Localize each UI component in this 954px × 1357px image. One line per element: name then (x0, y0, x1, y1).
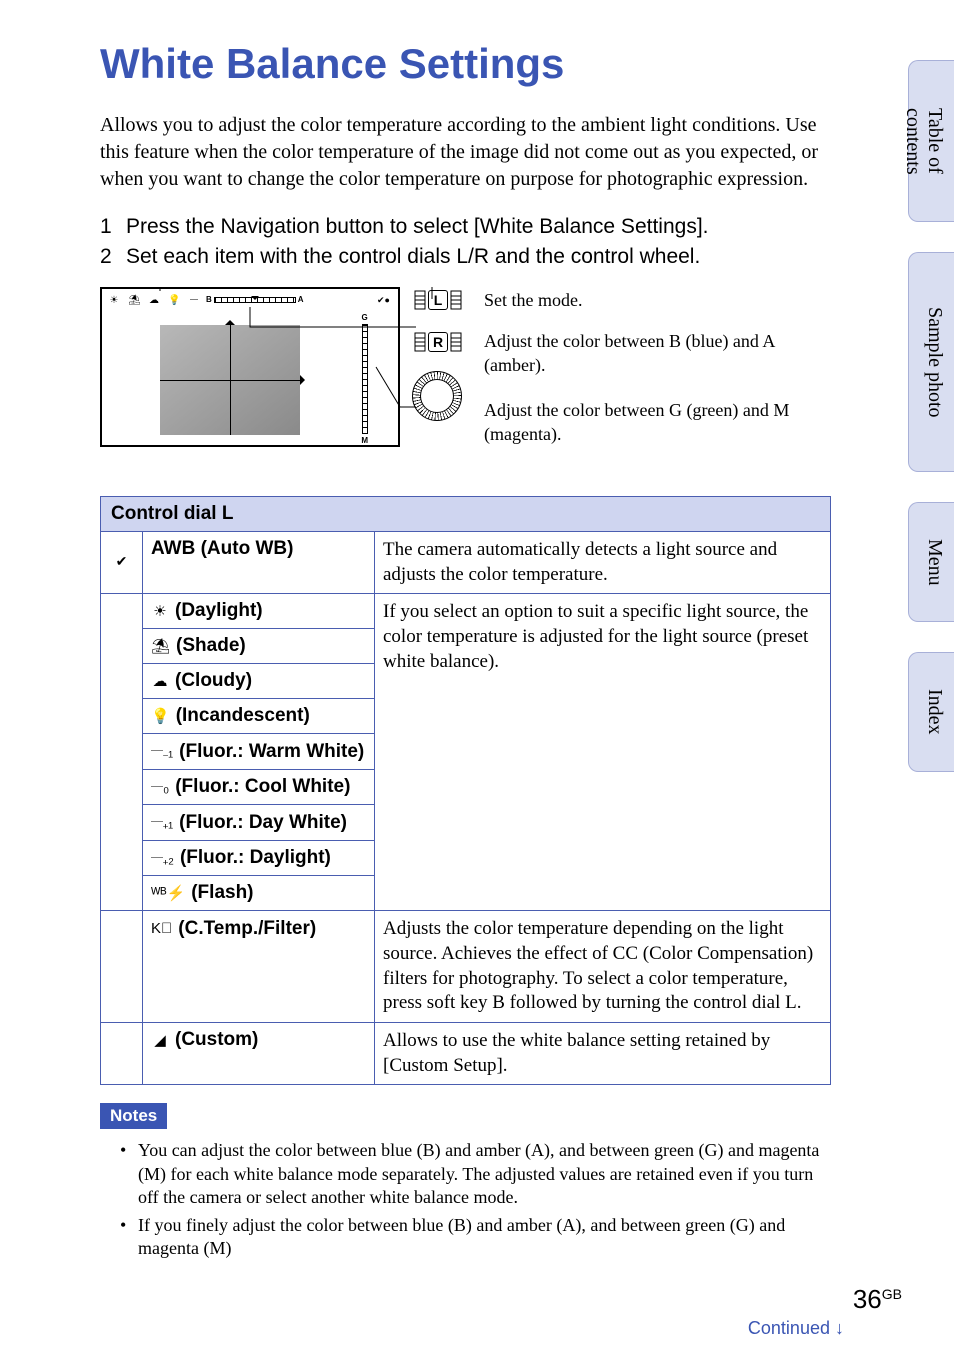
ctemp-label: K⃠(C.Temp./Filter) (143, 911, 375, 1023)
cloud-icon: ☁ (151, 672, 169, 690)
step-2: 2 Set each item with the control dials L… (100, 245, 830, 269)
tab-toc[interactable]: Table of contents (908, 60, 954, 222)
arrow-up-icon (225, 315, 235, 325)
indicator-column: L R (412, 287, 464, 421)
wb-table: Control dial L ✔ AWB (Auto WB) The camer… (100, 496, 831, 1086)
awb-label: AWB (Auto WB) (143, 531, 375, 593)
step-1: 1 Press the Navigation button to select … (100, 215, 830, 239)
shade-label: ⛱(Shade) (143, 629, 375, 664)
notes-heading: Notes (100, 1103, 167, 1129)
daylight-label: ☀(Daylight) (143, 594, 375, 629)
ctemp-icon: K⃠ (151, 920, 172, 937)
preset-icon-cell (101, 594, 143, 911)
axis-b-label: B (206, 295, 212, 304)
check-dot-icon: ✔● (377, 295, 390, 306)
dial-l-badge: L (412, 287, 464, 313)
check-icon: ✔ (101, 531, 143, 593)
callout-r: Adjust the color between B (blue) and A … (484, 330, 824, 377)
diagram-row: ☀ ⛱ ☁ 💡 𝄖 B A ✔● G M (100, 287, 918, 468)
tab-index[interactable]: Index (908, 652, 954, 772)
step-list: 1 Press the Navigation button to select … (100, 215, 830, 269)
continued-indicator: Continued ↓ (748, 1318, 844, 1339)
ba-bar (214, 297, 296, 303)
dial-l-letter: L (428, 290, 448, 310)
custom-icon-cell (101, 1023, 143, 1085)
table-row: K⃠(C.Temp./Filter) Adjusts the color tem… (101, 911, 831, 1023)
callout-l: Set the mode. (484, 289, 824, 312)
cloudy-label: ☁(Cloudy) (143, 664, 375, 699)
shade-icon: ⛱ (151, 637, 170, 655)
page-title: White Balance Settings (100, 40, 918, 88)
table-row: ☀(Daylight) If you select an option to s… (101, 594, 831, 629)
preset-desc: If you select an option to suit a specif… (375, 594, 831, 911)
gm-scale: G M (361, 313, 368, 445)
continued-text: Continued (748, 1318, 830, 1338)
flash-label: ᵂᴮ⚡(Flash) (143, 876, 375, 911)
wb-screen-box: ☀ ⛱ ☁ 💡 𝄖 B A ✔● G M (100, 287, 400, 447)
page-number-value: 36 (853, 1284, 882, 1314)
cloud-icon: ☁ (148, 295, 160, 306)
notes-list: You can adjust the color between blue (B… (100, 1139, 830, 1260)
callout-wheel: Adjust the color between G (green) and M… (484, 399, 824, 446)
gm-bar (362, 324, 368, 434)
page-number: 36GB (853, 1284, 902, 1315)
tab-sample-photo[interactable]: Sample photo (908, 252, 954, 472)
awb-desc: The camera automatically detects a light… (375, 531, 831, 593)
step-num: 1 (100, 215, 118, 239)
preview-square (160, 325, 300, 435)
custom-label: ◢(Custom) (143, 1023, 375, 1085)
fluor-daylight-label: 𝄖₊₂(Fluor.: Daylight) (143, 840, 375, 876)
fluor-icon: 𝄖₀ (151, 779, 169, 796)
ba-scale: B A (206, 295, 304, 304)
fluor-cool-label: 𝄖₀(Fluor.: Cool White) (143, 769, 375, 805)
ctemp-icon-cell (101, 911, 143, 1023)
diagram-screen: ☀ ⛱ ☁ 💡 𝄖 B A ✔● G M (100, 287, 464, 447)
control-wheel-icon (412, 371, 462, 421)
axis-a-label: A (298, 295, 304, 304)
arrow-down-icon: ↓ (835, 1318, 844, 1338)
ctemp-desc: Adjusts the color temperature depending … (375, 911, 831, 1023)
flash-icon: ᵂᴮ⚡ (151, 884, 185, 902)
fluor-icon: 𝄖₊₂ (151, 850, 174, 867)
shade-icon: ⛱ (128, 295, 140, 306)
fluor-warm-label: 𝄖₋₁(Fluor.: Warm White) (143, 734, 375, 770)
fluor-daywhite-label: 𝄖₊₁(Fluor.: Day White) (143, 805, 375, 841)
side-tabs: Table of contents Sample photo Menu Inde… (908, 60, 954, 772)
step-num: 2 (100, 245, 118, 269)
intro-paragraph: Allows you to adjust the color temperatu… (100, 112, 830, 193)
screen-mode-row: ☀ ⛱ ☁ 💡 𝄖 (108, 295, 200, 306)
bulb-icon: 💡 (168, 295, 180, 306)
dial-r-letter: R (428, 332, 448, 352)
tab-menu[interactable]: Menu (908, 502, 954, 622)
arrow-right-icon (300, 375, 310, 385)
table-row: ◢(Custom) Allows to use the white balanc… (101, 1023, 831, 1085)
incandescent-label: 💡(Incandescent) (143, 699, 375, 734)
step-text: Set each item with the control dials L/R… (126, 245, 700, 269)
page-region: GB (882, 1286, 902, 1302)
fluor-icon: 𝄖 (188, 295, 200, 306)
table-header: Control dial L (101, 496, 831, 531)
custom-desc: Allows to use the white balance setting … (375, 1023, 831, 1085)
table-row: ✔ AWB (Auto WB) The camera automatically… (101, 531, 831, 593)
dial-r-badge: R (412, 329, 464, 355)
step-text: Press the Navigation button to select [W… (126, 215, 708, 239)
note-item: You can adjust the color between blue (B… (120, 1139, 830, 1209)
fluor-icon: 𝄖₊₁ (151, 814, 173, 831)
bulb-icon: 💡 (151, 707, 170, 725)
fluor-icon: 𝄖₋₁ (151, 743, 173, 760)
sun-icon: ☀ (151, 602, 169, 620)
note-item: If you finely adjust the color between b… (120, 1214, 830, 1261)
diagram-callouts: Set the mode. Adjust the color between B… (484, 287, 824, 468)
sun-icon: ☀ (108, 295, 120, 306)
custom-icon: ◢ (151, 1031, 169, 1049)
axis-g-label: G (362, 313, 368, 322)
axis-m-label: M (361, 436, 368, 445)
crosshair-v (230, 325, 231, 435)
